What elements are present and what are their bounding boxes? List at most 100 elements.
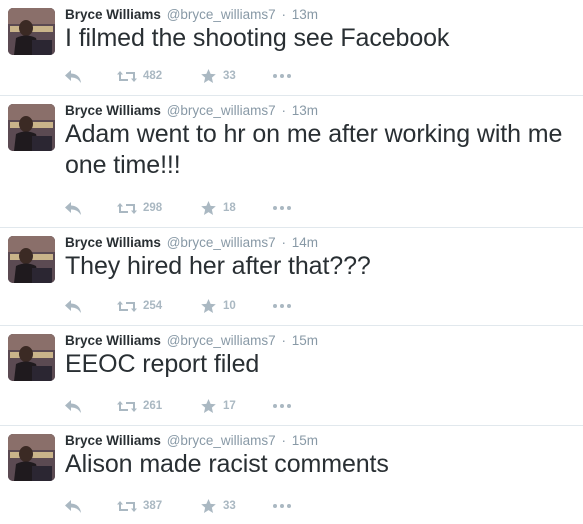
tweet-timestamp[interactable]: 13m [292,103,318,118]
author-username[interactable]: @bryce_williams7 [167,103,276,118]
retweet-icon [117,500,137,512]
reply-button[interactable] [65,69,117,83]
avatar[interactable] [8,8,55,55]
star-icon [201,299,216,313]
tweet-header: Bryce Williams @bryce_williams7 · 14m [65,235,318,251]
tweet-text: I filmed the shooting see Facebook [65,24,450,52]
favorite-button[interactable]: 18 [201,201,273,215]
tweet-header: Bryce Williams @bryce_williams7 · 13m [65,7,318,23]
tweet-text: Adam went to hr on me after working with… [65,120,563,179]
avatar-image [8,434,55,481]
tweet-text: They hired her after that??? [65,252,371,280]
tweet[interactable]: Bryce Williams @bryce_williams7 · 14m Th… [0,228,583,326]
reply-icon [65,399,81,413]
avatar[interactable] [8,434,55,481]
author-name[interactable]: Bryce Williams [65,103,161,118]
favorite-button[interactable]: 17 [201,399,273,413]
more-button[interactable] [273,504,297,508]
star-icon [201,69,216,83]
author-username[interactable]: @bryce_williams7 [167,433,276,448]
avatar-image [8,334,55,381]
tweet[interactable]: Bryce Williams @bryce_williams7 · 15m Al… [0,426,583,524]
favorite-button[interactable]: 10 [201,299,273,313]
avatar[interactable] [8,104,55,151]
retweet-count: 482 [143,70,163,82]
tweet-timestamp[interactable]: 14m [292,235,318,250]
more-dots-icon [273,304,291,308]
separator-dot: · [281,333,286,348]
reply-icon [65,201,81,215]
more-dots-icon [273,404,291,408]
tweet-actions: 482 33 [65,66,297,86]
tweet[interactable]: Bryce Williams @bryce_williams7 · 13m I … [0,0,583,96]
tweet-timestamp[interactable]: 13m [292,7,318,22]
star-icon [201,201,216,215]
separator-dot: · [281,7,286,22]
more-button[interactable] [273,404,297,408]
author-name[interactable]: Bryce Williams [65,333,161,348]
avatar[interactable] [8,334,55,381]
tweet-header: Bryce Williams @bryce_williams7 · 13m [65,103,318,119]
retweet-icon [117,300,137,312]
tweet-timeline: Bryce Williams @bryce_williams7 · 13m I … [0,0,583,524]
retweet-icon [117,202,137,214]
retweet-count: 254 [143,300,163,312]
tweet-actions: 387 33 [65,496,297,516]
author-name[interactable]: Bryce Williams [65,433,161,448]
favorite-button[interactable]: 33 [201,499,273,513]
separator-dot: · [281,235,286,250]
retweet-button[interactable]: 261 [117,400,201,413]
retweet-count: 261 [143,400,163,412]
reply-button[interactable] [65,201,117,215]
author-username[interactable]: @bryce_williams7 [167,333,276,348]
tweet-actions: 254 10 [65,296,297,316]
retweet-count: 387 [143,500,163,512]
retweet-icon [117,400,137,412]
retweet-count: 298 [143,202,163,214]
star-icon [201,399,216,413]
tweet-text: Alison made racist comments [65,450,389,478]
more-button[interactable] [273,206,297,210]
reply-button[interactable] [65,299,117,313]
author-username[interactable]: @bryce_williams7 [167,235,276,250]
more-dots-icon [273,74,291,78]
retweet-button[interactable]: 254 [117,300,201,313]
tweet[interactable]: Bryce Williams @bryce_williams7 · 13m Ad… [0,96,583,228]
author-username[interactable]: @bryce_williams7 [167,7,276,22]
retweet-icon [117,70,137,82]
tweet-timestamp[interactable]: 15m [292,333,318,348]
retweet-button[interactable]: 482 [117,70,201,83]
favorite-count: 17 [223,400,236,412]
author-name[interactable]: Bryce Williams [65,235,161,250]
tweet-actions: 261 17 [65,396,297,416]
avatar-image [8,236,55,283]
author-name[interactable]: Bryce Williams [65,7,161,22]
more-button[interactable] [273,74,297,78]
more-dots-icon [273,206,291,210]
favorite-count: 33 [223,500,236,512]
avatar[interactable] [8,236,55,283]
retweet-button[interactable]: 298 [117,202,201,215]
favorite-count: 33 [223,70,236,82]
reply-icon [65,299,81,313]
favorite-count: 18 [223,202,236,214]
reply-button[interactable] [65,399,117,413]
tweet-header: Bryce Williams @bryce_williams7 · 15m [65,433,318,449]
reply-icon [65,69,81,83]
retweet-button[interactable]: 387 [117,500,201,513]
favorite-count: 10 [223,300,236,312]
more-dots-icon [273,504,291,508]
tweet-header: Bryce Williams @bryce_williams7 · 15m [65,333,318,349]
favorite-button[interactable]: 33 [201,69,273,83]
more-button[interactable] [273,304,297,308]
star-icon [201,499,216,513]
tweet-actions: 298 18 [65,198,297,218]
separator-dot: · [281,433,286,448]
avatar-image [8,104,55,151]
separator-dot: · [281,103,286,118]
tweet-timestamp[interactable]: 15m [292,433,318,448]
avatar-image [8,8,55,55]
reply-button[interactable] [65,499,117,513]
tweet[interactable]: Bryce Williams @bryce_williams7 · 15m EE… [0,326,583,426]
reply-icon [65,499,81,513]
